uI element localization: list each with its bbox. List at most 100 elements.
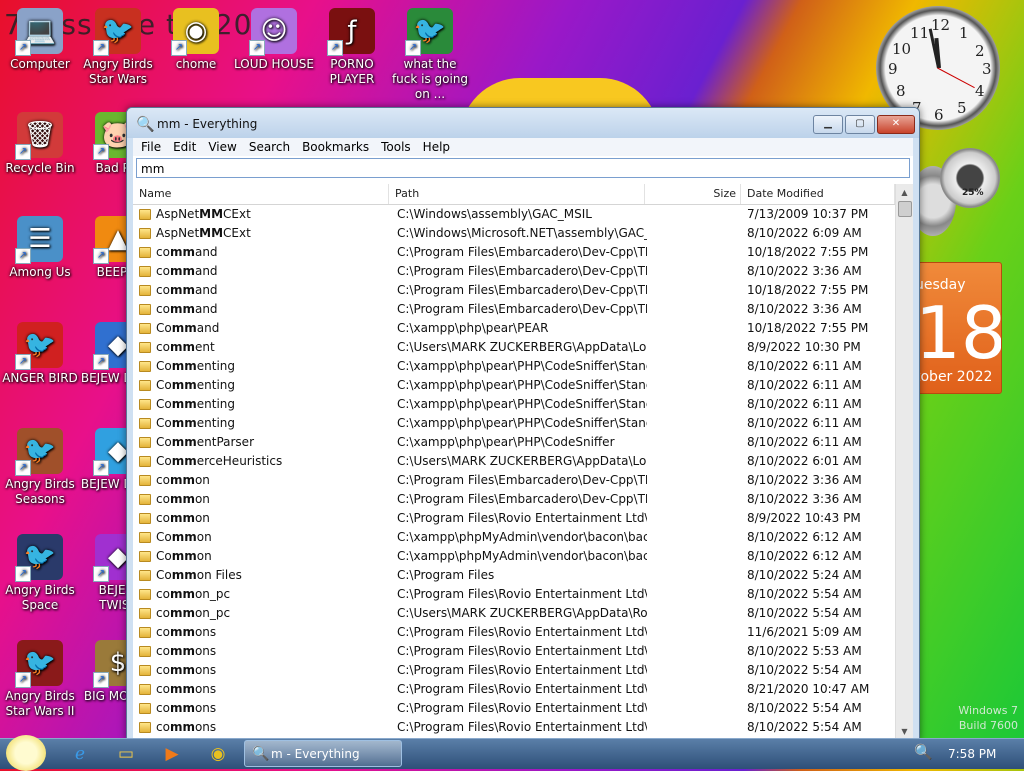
result-row[interactable]: command C:\Program Files\Embarcadero\Dev-… [133, 262, 896, 281]
result-row[interactable]: commons C:\Program Files\Rovio Entertainm… [133, 623, 896, 642]
desktop-icon[interactable]: 🐦 ↗ Angry Birds Star Wars II [0, 640, 80, 719]
result-row[interactable]: command C:\Program Files\Embarcadero\Dev-… [133, 300, 896, 319]
result-row[interactable]: CommerceHeuristics C:\Users\MARK ZUCKERBE… [133, 452, 896, 471]
result-row[interactable]: common C:\Program Files\Embarcadero\Dev-C… [133, 490, 896, 509]
result-row[interactable]: common_pc C:\Users\MARK ZUCKERBERG\AppDat… [133, 604, 896, 623]
result-name: Common [156, 530, 212, 544]
column-size[interactable]: Size [645, 184, 741, 204]
search-input[interactable] [141, 162, 871, 176]
result-path: C:\xampp\php\pear\PHP\CodeSniffer\Stand.… [397, 416, 647, 430]
everything-tray-icon[interactable]: 🔍 [914, 743, 933, 761]
menu-bookmarks[interactable]: Bookmarks [296, 138, 375, 156]
result-row[interactable]: command C:\Program Files\Embarcadero\Dev-… [133, 281, 896, 300]
desktop-icon[interactable]: 🐦 ↗ Angry Birds Star Wars [78, 8, 158, 87]
match-highlight: mm [171, 435, 197, 449]
desktop-icon-image: ☰ ↗ [15, 216, 63, 264]
media-player-icon[interactable]: ▶ [152, 741, 192, 767]
search-box[interactable] [136, 158, 910, 178]
folder-icon [139, 665, 151, 676]
result-name: common_pc [156, 587, 231, 601]
column-date-modified[interactable]: Date Modified [741, 184, 895, 204]
minimize-button[interactable]: ▁ [813, 115, 843, 134]
desktop-icon[interactable]: 🐦 ↗ Angry Birds Seasons [0, 428, 80, 507]
result-date: 8/10/2022 6:11 AM [747, 397, 862, 411]
result-row[interactable]: Commenting C:\xampp\php\pear\PHP\CodeSnif… [133, 357, 896, 376]
desktop-icon[interactable]: 🐦 ↗ Angry Birds Space [0, 534, 80, 613]
result-row[interactable]: commons C:\Program Files\Rovio Entertainm… [133, 718, 896, 737]
result-row[interactable]: Common C:\xampp\phpMyAdmin\vendor\bacon\b… [133, 547, 896, 566]
result-name: common_pc [156, 606, 231, 620]
clock-time[interactable]: 7:58 PM [948, 739, 996, 769]
vertical-scrollbar[interactable]: ▲ ▼ [895, 184, 913, 740]
shortcut-arrow-icon: ↗ [93, 40, 109, 56]
result-name: CommentParser [156, 435, 254, 449]
result-row[interactable]: commons C:\Program Files\Rovio Entertainm… [133, 680, 896, 699]
window-titlebar[interactable]: 🔍 mm - Everything ▁ ▢ ✕ [127, 108, 919, 138]
menu-edit[interactable]: Edit [167, 138, 202, 156]
result-path: C:\Program Files\Rovio Entertainment Ltd… [397, 625, 647, 639]
result-row[interactable]: common_pc C:\Program Files\Rovio Entertai… [133, 585, 896, 604]
calendar-gadget[interactable]: uesday 18 tober 2022 [914, 262, 1002, 394]
menu-file[interactable]: File [135, 138, 167, 156]
magnifier-icon: 🔍 [252, 746, 270, 762]
result-row[interactable]: Common C:\xampp\phpMyAdmin\vendor\bacon\b… [133, 528, 896, 547]
result-row[interactable]: comment C:\Users\MARK ZUCKERBERG\AppData\… [133, 338, 896, 357]
desktop-icon[interactable]: ƒ ↗ PORNO PLAYER [312, 8, 392, 87]
desktop-icon-label: Angry Birds Star Wars II [5, 689, 75, 718]
start-button[interactable] [6, 735, 46, 771]
scroll-thumb[interactable] [898, 201, 912, 217]
desktop-icon[interactable]: ◉ ↗ chome [156, 8, 236, 72]
result-row[interactable]: AspNetMMCExt C:\Windows\assembly\GAC_MSIL… [133, 205, 896, 224]
result-date: 8/10/2022 5:54 AM [747, 663, 862, 677]
chrome-icon[interactable]: ◉ [198, 741, 238, 767]
result-path: C:\Program Files [397, 568, 495, 582]
folder-icon[interactable]: ▭ [106, 741, 146, 767]
internet-explorer-icon[interactable]: ℯ [60, 741, 100, 767]
everything-window: 🔍 mm - Everything ▁ ▢ ✕ File Edit View Sear… [126, 107, 920, 741]
scroll-up-icon[interactable]: ▲ [896, 184, 913, 201]
match-highlight: mm [169, 473, 195, 487]
desktop-icon[interactable]: 🗑 ↗ Recycle Bin [0, 112, 80, 176]
result-date: 8/9/2022 10:43 PM [747, 511, 861, 525]
watermark-line1: Windows 7 [958, 704, 1018, 717]
result-name: Commenting [156, 416, 235, 430]
desktop-icon[interactable]: 🐦 ↗ what the fuck is going on ... [390, 8, 470, 102]
result-row[interactable]: commons C:\Program Files\Rovio Entertainm… [133, 699, 896, 718]
taskbar-everything-button[interactable]: 🔍 m - Everything [244, 740, 402, 767]
menu-view[interactable]: View [202, 138, 242, 156]
result-row[interactable]: commons C:\Program Files\Rovio Entertainm… [133, 642, 896, 661]
column-path[interactable]: Path [389, 184, 645, 204]
result-row[interactable]: common C:\Program Files\Rovio Entertainme… [133, 509, 896, 528]
menu-search[interactable]: Search [243, 138, 296, 156]
result-path: C:\xampp\php\pear\PEAR [397, 321, 549, 335]
result-row[interactable]: AspNetMMCExt C:\Windows\Microsoft.NET\ass… [133, 224, 896, 243]
result-row[interactable]: Commenting C:\xampp\php\pear\PHP\CodeSnif… [133, 376, 896, 395]
desktop-icon-label: Recycle Bin [5, 161, 75, 175]
result-row[interactable]: Commenting C:\xampp\php\pear\PHP\CodeSnif… [133, 414, 896, 433]
desktop-icon[interactable]: 🐦 ↗ ANGER BIRD [0, 322, 80, 386]
result-row[interactable]: commons C:\Program Files\Rovio Entertainm… [133, 661, 896, 680]
result-row[interactable]: command C:\Program Files\Embarcadero\Dev-… [133, 243, 896, 262]
column-header: Name Path Size Date Modified [133, 184, 913, 205]
menu-help[interactable]: Help [417, 138, 456, 156]
result-path: C:\xampp\php\pear\PHP\CodeSniffer\Stand.… [397, 397, 647, 411]
result-row[interactable]: CommentParser C:\xampp\php\pear\PHP\CodeS… [133, 433, 896, 452]
desktop-icon[interactable]: ☺ ↗ LOUD HOUSE [234, 8, 314, 72]
result-row[interactable]: Commenting C:\xampp\php\pear\PHP\CodeSnif… [133, 395, 896, 414]
close-button[interactable]: ✕ [877, 115, 915, 134]
magnifier-icon: 🔍 [136, 115, 155, 133]
desktop-icon[interactable]: ☰ ↗ Among Us [0, 216, 80, 280]
desktop-icon[interactable]: 💻 ↗ Computer [0, 8, 80, 72]
cpu-meter-gadget[interactable]: 25% [910, 148, 1000, 238]
result-path: C:\Users\MARK ZUCKERBERG\AppData\Loca... [397, 454, 647, 468]
result-row[interactable]: common C:\Program Files\Embarcadero\Dev-C… [133, 471, 896, 490]
shortcut-arrow-icon: ↗ [15, 672, 31, 688]
result-row[interactable]: Command C:\xampp\php\pear\PEAR 10/18/2022 … [133, 319, 896, 338]
result-path: C:\xampp\phpMyAdmin\vendor\bacon\bac... [397, 530, 647, 544]
shortcut-arrow-icon: ↗ [15, 354, 31, 370]
desktop-icon-label: Angry Birds Star Wars [83, 57, 153, 86]
menu-tools[interactable]: Tools [375, 138, 417, 156]
result-row[interactable]: Common Files C:\Program Files 8/10/2022 5:… [133, 566, 896, 585]
column-name[interactable]: Name [133, 184, 389, 204]
maximize-button[interactable]: ▢ [845, 115, 875, 134]
